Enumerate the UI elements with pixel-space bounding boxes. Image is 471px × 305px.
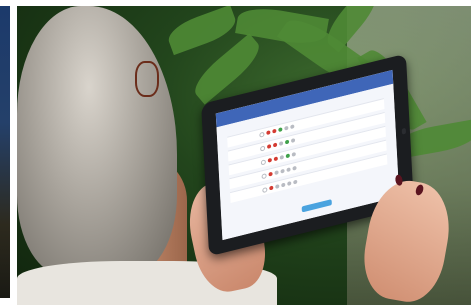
left-photo-strip [0,6,10,298]
rating-option-green[interactable] [285,153,290,159]
survey-row-label [232,149,258,155]
rating-option-gray[interactable] [281,182,286,188]
survey-row-label [234,177,260,183]
photo [17,6,471,305]
tablet-home-button[interactable] [401,127,407,135]
submit-button[interactable] [301,199,332,213]
rating-option-red[interactable] [273,156,278,162]
survey-row-label [233,163,259,169]
rating-option-gray[interactable] [290,138,296,144]
rating-option-red[interactable] [272,128,277,134]
rating-option-red[interactable] [266,130,271,136]
rating-option-gray[interactable] [279,154,284,160]
survey-row-label [234,191,260,197]
rating-option-gray[interactable] [286,167,291,173]
fingernail [414,183,425,197]
rating-option-white[interactable] [261,172,267,179]
rating-option-gray[interactable] [293,179,298,185]
rating-option-red[interactable] [269,185,274,191]
rating-option-gray[interactable] [275,184,280,189]
rating-option-red[interactable] [272,142,278,148]
rating-option-red[interactable] [267,157,272,163]
rating-option-white[interactable] [262,186,268,193]
rating-option-gray[interactable] [274,170,279,176]
eyeglasses [135,61,159,97]
rating-option-gray[interactable] [280,168,285,174]
rating-option-gray[interactable] [292,165,297,171]
survey-row-label [231,135,257,141]
rating-option-gray[interactable] [290,124,295,130]
rating-option-green[interactable] [284,139,290,145]
rating-option-white[interactable] [259,131,265,138]
rating-option-white[interactable] [259,144,266,152]
rating-option-green[interactable] [278,127,283,133]
plant-leaf [164,6,240,56]
rating-option-gray[interactable] [291,151,296,157]
rating-option-white[interactable] [260,158,266,165]
rating-option-red[interactable] [268,171,273,177]
rating-option-gray[interactable] [287,181,292,186]
rating-option-red[interactable] [267,143,272,149]
rating-option-gray[interactable] [278,141,284,146]
person-head [17,6,177,276]
rating-option-gray[interactable] [284,125,289,131]
